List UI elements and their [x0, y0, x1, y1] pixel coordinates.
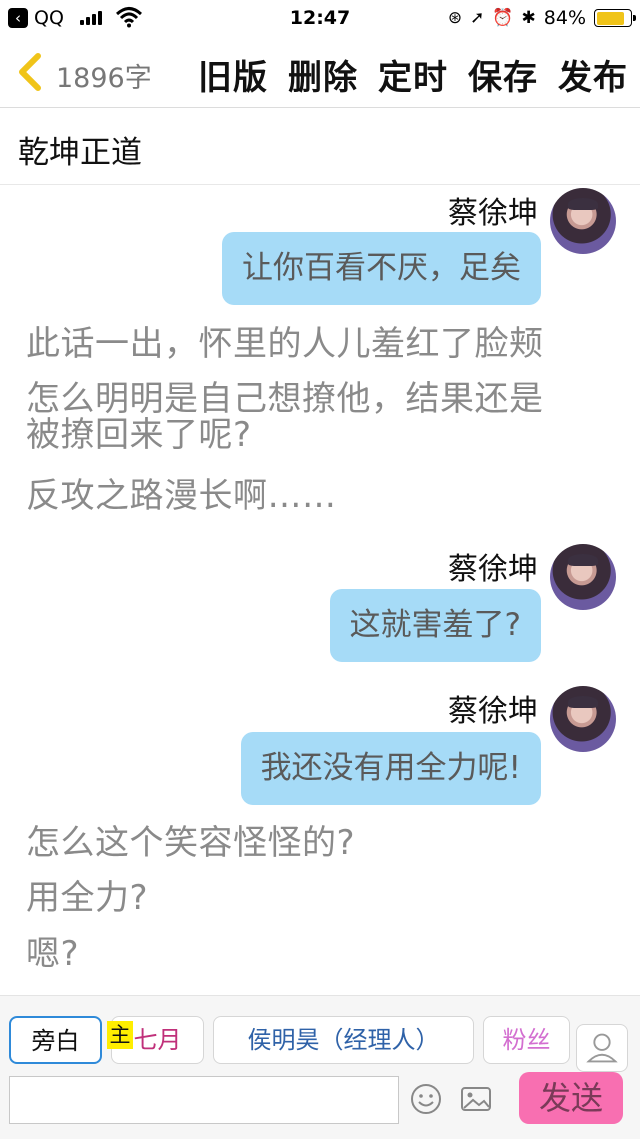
- narration-line[interactable]: 用全力?: [26, 878, 148, 918]
- delete-button[interactable]: 删除: [288, 50, 358, 99]
- bluetooth-icon: ✱: [521, 8, 536, 28]
- role-narrator[interactable]: 旁白: [9, 1016, 102, 1064]
- image-icon[interactable]: [459, 1082, 493, 1116]
- avatar[interactable]: [550, 544, 616, 610]
- narration-line[interactable]: 怎么这个笑容怪怪的?: [26, 823, 355, 863]
- schedule-button[interactable]: 定时: [378, 50, 448, 99]
- emoji-icon[interactable]: [409, 1082, 443, 1116]
- story-title[interactable]: 乾坤正道: [18, 127, 142, 172]
- host-badge: 主: [107, 1021, 133, 1049]
- nav-actions: 旧版 删除 定时 保存 发布: [198, 50, 628, 99]
- back-icon[interactable]: [14, 52, 50, 92]
- role-selector: 旁白 七月 主 侯明昊（经理人） 粉丝: [0, 1006, 640, 1072]
- message-bubble[interactable]: 我还没有用全力呢!: [240, 732, 541, 805]
- message-input[interactable]: [9, 1076, 399, 1124]
- status-bar: ‹ QQ 12:47 ⊛ ➚ ⏰ ✱ 84%: [0, 0, 640, 38]
- rotation-lock-icon: ⊛: [447, 8, 463, 28]
- message-bubble[interactable]: 让你百看不厌，足矣: [222, 232, 541, 305]
- old-version-button[interactable]: 旧版: [198, 50, 268, 99]
- status-right: ⊛ ➚ ⏰ ✱ 84%: [447, 7, 636, 29]
- speaker-name: 蔡徐坤: [448, 552, 538, 587]
- narration-line[interactable]: 被撩回来了呢?: [26, 416, 252, 454]
- narration-line[interactable]: 怎么明明是自己想撩他，结果还是: [26, 380, 544, 418]
- story-title-row[interactable]: 乾坤正道: [0, 109, 640, 185]
- message-bubble[interactable]: 这就害羞了?: [329, 589, 541, 662]
- role-hou-minghao[interactable]: 侯明昊（经理人）: [213, 1016, 474, 1064]
- narration-line[interactable]: 嗯?: [26, 934, 79, 974]
- alarm-icon: ⏰: [492, 8, 514, 28]
- avatar[interactable]: [550, 686, 616, 752]
- publish-button[interactable]: 发布: [558, 50, 628, 99]
- send-button[interactable]: 发送: [519, 1072, 623, 1124]
- speaker-name: 蔡徐坤: [448, 196, 538, 231]
- person-icon[interactable]: [576, 1024, 628, 1072]
- composer: 旁白 七月 主 侯明昊（经理人） 粉丝 发送: [0, 995, 640, 1139]
- battery-percent: 84%: [543, 7, 586, 29]
- avatar[interactable]: [550, 188, 616, 254]
- input-row: 发送: [0, 1070, 640, 1130]
- battery-icon: [594, 9, 636, 27]
- narration-line[interactable]: 此话一出，怀里的人儿羞红了脸颊: [26, 324, 544, 364]
- speaker-name: 蔡徐坤: [448, 694, 538, 729]
- location-icon: ➚: [470, 8, 485, 28]
- editor-nav-bar: 1896字 旧版 删除 定时 保存 发布: [0, 38, 640, 108]
- save-button[interactable]: 保存: [468, 50, 538, 99]
- story-feed[interactable]: 蔡徐坤 让你百看不厌，足矣 此话一出，怀里的人儿羞红了脸颊 怎么明明是自己想撩他…: [0, 186, 640, 994]
- narration-line[interactable]: 反攻之路漫长啊……: [26, 476, 337, 516]
- word-count: 1896字: [56, 63, 152, 94]
- role-fans[interactable]: 粉丝: [483, 1016, 570, 1064]
